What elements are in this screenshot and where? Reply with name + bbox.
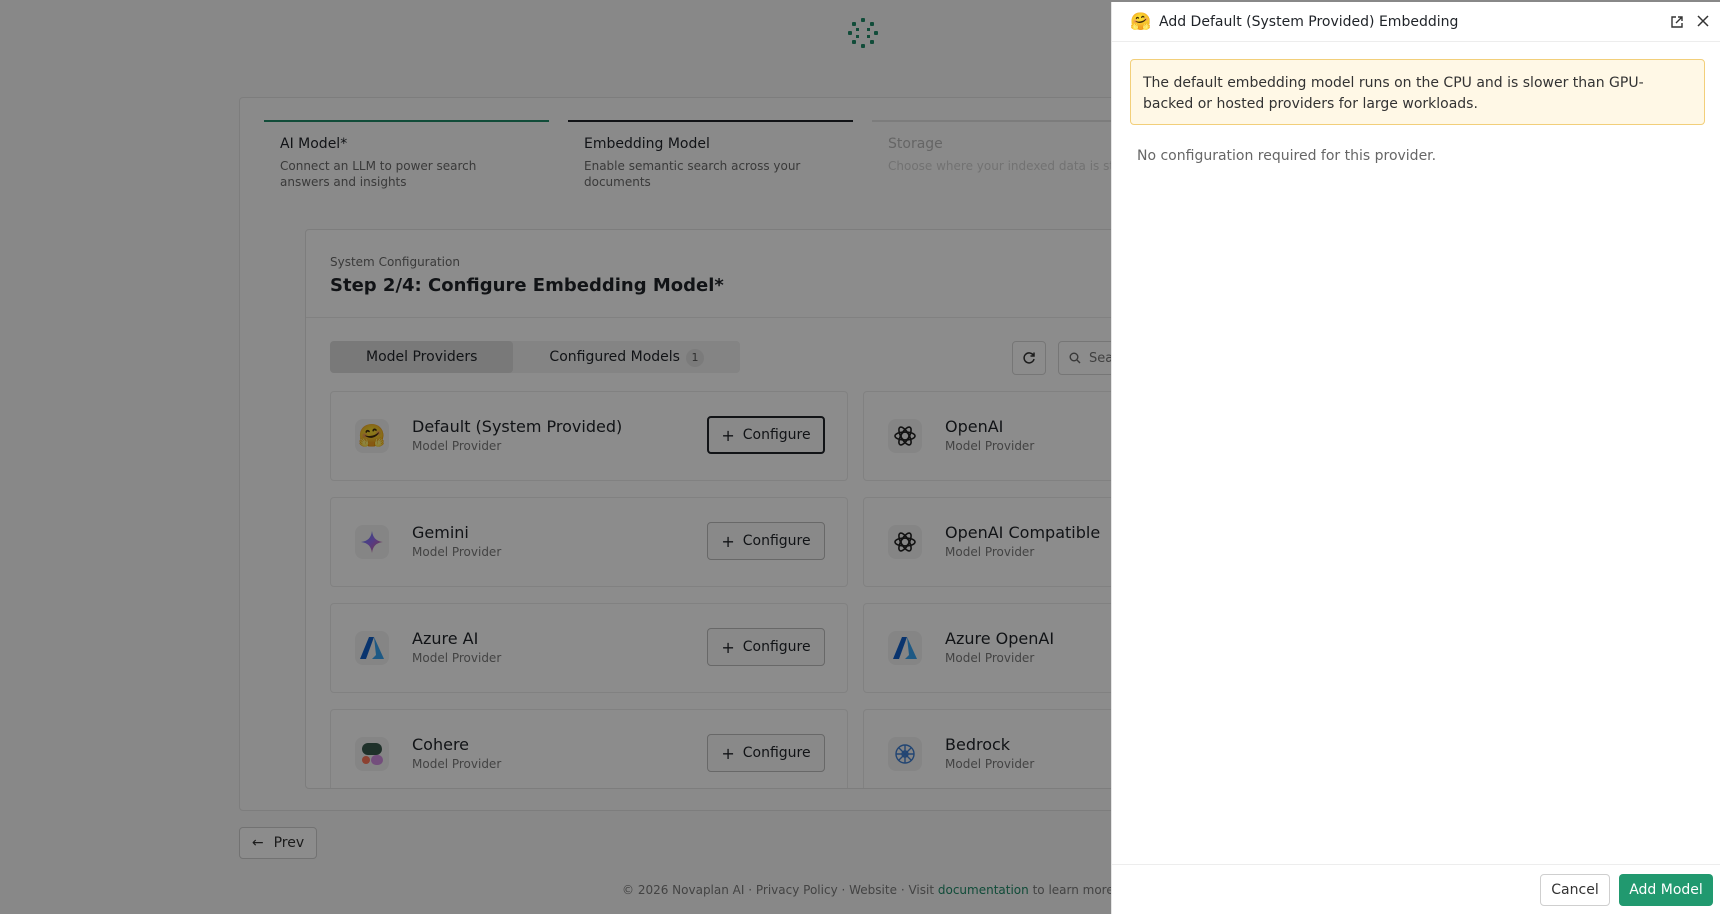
no-config-message: No configuration required for this provi… [1137, 148, 1437, 164]
open-external-icon[interactable] [1670, 15, 1684, 29]
cancel-button[interactable]: Cancel [1540, 874, 1610, 906]
drawer-title: Add Default (System Provided) Embedding [1159, 14, 1459, 30]
add-embedding-drawer: 🤗 Add Default (System Provided) Embeddin… [1111, 2, 1720, 914]
add-model-button[interactable]: Add Model [1619, 874, 1713, 906]
drawer-footer: Cancel Add Model [1112, 864, 1720, 914]
close-icon[interactable] [1696, 14, 1710, 28]
drawer-header: 🤗 Add Default (System Provided) Embeddin… [1112, 2, 1720, 42]
warning-banner: The default embedding model runs on the … [1130, 59, 1705, 125]
hugging-face-icon: 🤗 [1130, 12, 1152, 32]
